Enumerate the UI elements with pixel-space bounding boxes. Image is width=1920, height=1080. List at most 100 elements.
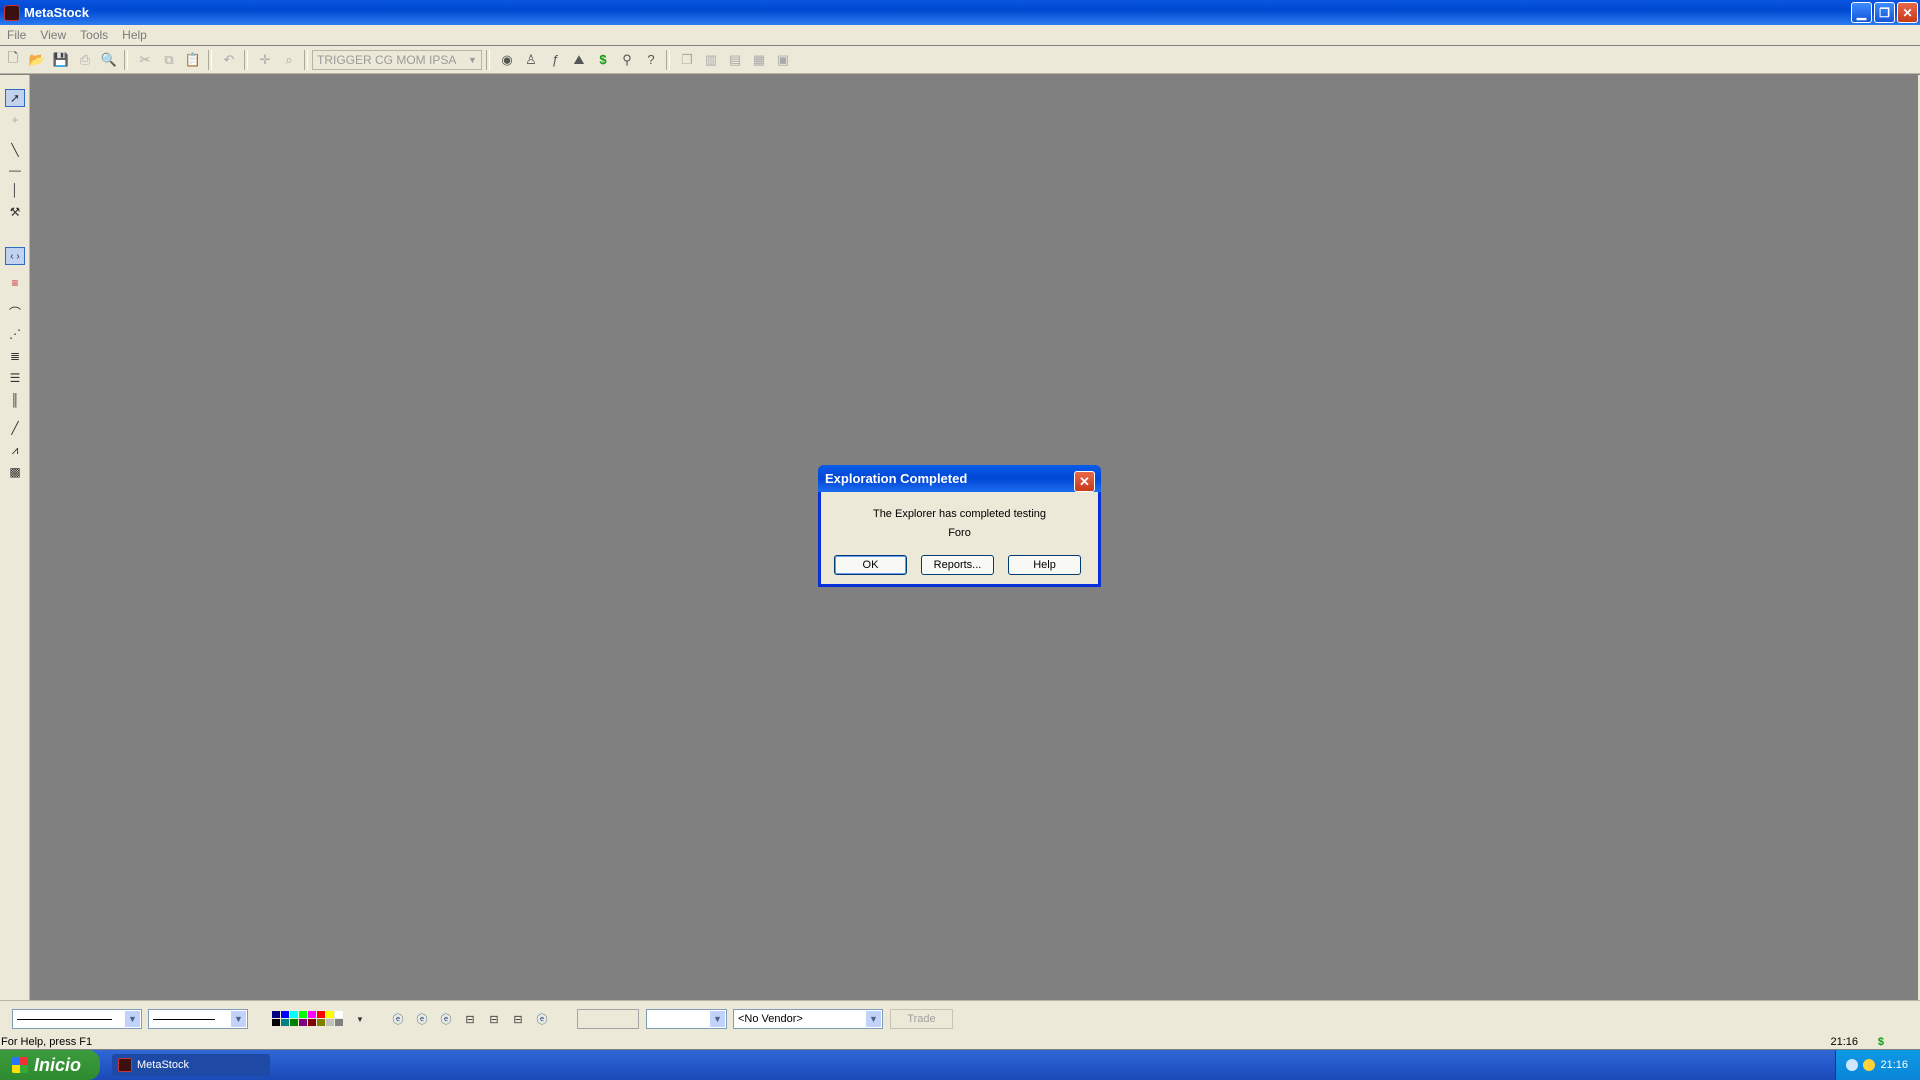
arc-icon[interactable]: ⌒ bbox=[5, 303, 25, 321]
retracement-icon[interactable]: ≣ bbox=[5, 347, 25, 365]
tray-arrow-icon[interactable] bbox=[1846, 1059, 1859, 1071]
context-help-icon[interactable]: ? bbox=[640, 49, 662, 71]
taskbar-item-metastock[interactable]: MetaStock bbox=[112, 1054, 270, 1076]
speed-line-icon[interactable]: ╱ bbox=[5, 419, 25, 437]
menu-help[interactable]: Help bbox=[115, 28, 154, 42]
explorer-icon[interactable]: ♙ bbox=[520, 49, 542, 71]
tile-vertical-icon[interactable]: ▥ bbox=[700, 49, 722, 71]
color-swatch[interactable] bbox=[335, 1011, 343, 1018]
cascade-icon[interactable]: ❐ bbox=[676, 49, 698, 71]
system-tester-icon[interactable]: ⛰ bbox=[568, 49, 590, 71]
color-swatch[interactable] bbox=[308, 1019, 316, 1026]
vendor-combo-value: <No Vendor> bbox=[738, 1013, 803, 1025]
expert-combo[interactable]: TRIGGER CG MOM IPSA ▼ bbox=[312, 49, 482, 70]
start-button[interactable]: Inicio bbox=[0, 1050, 100, 1080]
grid-tool-icon[interactable]: ▩ bbox=[5, 463, 25, 481]
menu-tools[interactable]: Tools bbox=[73, 28, 115, 42]
window-layout-2-icon[interactable]: ⊟ bbox=[486, 1011, 502, 1027]
window-title: MetaStock bbox=[24, 5, 90, 20]
print-preview-icon[interactable]: 🔍 bbox=[98, 49, 120, 71]
color-swatch[interactable] bbox=[299, 1019, 307, 1026]
ok-button[interactable]: OK bbox=[834, 555, 907, 575]
chart-style-1-icon[interactable]: ⓔ bbox=[390, 1011, 406, 1027]
crosshair-tool-icon[interactable]: + bbox=[5, 111, 25, 129]
save-icon[interactable]: 💾 bbox=[50, 49, 72, 71]
color-swatch[interactable] bbox=[272, 1011, 280, 1018]
copy-icon[interactable]: ⧉ bbox=[158, 49, 180, 71]
close-button[interactable]: ✕ bbox=[1897, 2, 1918, 23]
channel-icon[interactable]: ≡ bbox=[5, 274, 25, 292]
tools-icon[interactable]: ⚒ bbox=[5, 203, 25, 221]
metastock-app-icon[interactable] bbox=[4, 4, 20, 21]
chart-style-4-icon[interactable]: ⓔ bbox=[534, 1011, 550, 1027]
new-icon[interactable]: 🗋 bbox=[2, 49, 24, 71]
vendor-combo[interactable]: <No Vendor> ▼ bbox=[733, 1009, 883, 1029]
empty-field[interactable] bbox=[577, 1009, 639, 1029]
color-swatch[interactable] bbox=[290, 1019, 298, 1026]
color-swatch[interactable] bbox=[272, 1019, 280, 1026]
chevron-down-icon: ▼ bbox=[866, 1011, 881, 1027]
palette-dropdown-icon[interactable]: ▼ bbox=[352, 1011, 368, 1027]
start-label: Inicio bbox=[34, 1054, 82, 1075]
chevron-down-icon: ▼ bbox=[125, 1011, 140, 1027]
horizontal-line-icon[interactable]: — bbox=[5, 161, 25, 179]
color-swatch[interactable] bbox=[299, 1011, 307, 1018]
pointer-icon[interactable]: ➚ bbox=[5, 89, 25, 107]
chevron-down-icon: ▼ bbox=[231, 1011, 246, 1027]
color-swatch[interactable] bbox=[317, 1011, 325, 1018]
color-swatch[interactable] bbox=[326, 1019, 334, 1026]
print-icon[interactable]: ⎙ bbox=[74, 49, 96, 71]
gann-fan-icon[interactable]: ⩘ bbox=[5, 441, 25, 459]
vertical-line-icon[interactable]: │ bbox=[5, 181, 25, 199]
color-swatch[interactable] bbox=[281, 1019, 289, 1026]
trade-button[interactable]: Trade bbox=[890, 1009, 953, 1029]
crosshair-icon[interactable]: ✛ bbox=[254, 49, 276, 71]
chart-style-2-icon[interactable]: ⓔ bbox=[414, 1011, 430, 1027]
color-swatch[interactable] bbox=[335, 1019, 343, 1026]
paste-icon[interactable]: 📋 bbox=[182, 49, 204, 71]
line-weight-combo[interactable]: ▼ bbox=[148, 1009, 248, 1029]
binoculars-icon[interactable]: ⚲ bbox=[616, 49, 638, 71]
cycle-lines-icon[interactable]: ║ bbox=[5, 391, 25, 409]
window-layout-3-icon[interactable]: ⊟ bbox=[510, 1011, 526, 1027]
fan-icon[interactable]: ⋰ bbox=[5, 325, 25, 343]
reports-button[interactable]: Reports... bbox=[921, 555, 994, 575]
title-bar: MetaStock ▁ ❐ ✕ bbox=[0, 0, 1920, 25]
help-button[interactable]: Help bbox=[1008, 555, 1081, 575]
tile-grid-icon[interactable]: ▦ bbox=[748, 49, 770, 71]
toolbar-separator bbox=[486, 49, 490, 70]
trendline-icon[interactable]: ╲ bbox=[5, 141, 25, 159]
toolbar-separator bbox=[304, 49, 308, 70]
dialog-close-icon[interactable]: ✕ bbox=[1074, 471, 1095, 492]
zoom-icon[interactable]: ⌕ bbox=[278, 49, 300, 71]
color-swatch[interactable] bbox=[326, 1011, 334, 1018]
undo-icon[interactable]: ↶ bbox=[218, 49, 240, 71]
indicator-builder-icon[interactable]: ƒ bbox=[544, 49, 566, 71]
dollar-status-icon: $ bbox=[1877, 1035, 1884, 1048]
menu-file[interactable]: File bbox=[0, 28, 33, 42]
security-shield-icon[interactable] bbox=[1863, 1059, 1876, 1071]
color-palette[interactable] bbox=[272, 1011, 343, 1026]
menu-view[interactable]: View bbox=[33, 28, 73, 42]
text-tool-icon[interactable]: ☰ bbox=[5, 369, 25, 387]
open-folder-icon[interactable]: 📂 bbox=[26, 49, 48, 71]
color-swatch[interactable] bbox=[281, 1011, 289, 1018]
window-layout-1-icon[interactable]: ⊟ bbox=[462, 1011, 478, 1027]
dollar-icon[interactable]: $ bbox=[592, 49, 614, 71]
minimize-button[interactable]: ▁ bbox=[1851, 2, 1872, 23]
scroll-arrows-icon[interactable]: ‹ › bbox=[5, 247, 25, 265]
expert-advisor-icon[interactable]: ◉ bbox=[496, 49, 518, 71]
maximize-chart-icon[interactable]: ▣ bbox=[772, 49, 794, 71]
color-swatch[interactable] bbox=[308, 1011, 316, 1018]
taskbar-item-label: MetaStock bbox=[137, 1059, 189, 1071]
cut-icon[interactable]: ✂ bbox=[134, 49, 156, 71]
tile-horizontal-icon[interactable]: ▤ bbox=[724, 49, 746, 71]
restore-button[interactable]: ❐ bbox=[1874, 2, 1895, 23]
chart-style-3-icon[interactable]: ⓔ bbox=[438, 1011, 454, 1027]
periodicity-combo[interactable]: ▼ bbox=[646, 1009, 727, 1029]
chevron-down-icon: ▼ bbox=[710, 1011, 725, 1027]
color-swatch[interactable] bbox=[290, 1011, 298, 1018]
line-style-combo[interactable]: ▼ bbox=[12, 1009, 142, 1029]
window-controls: ▁ ❐ ✕ bbox=[1851, 2, 1918, 23]
color-swatch[interactable] bbox=[317, 1019, 325, 1026]
